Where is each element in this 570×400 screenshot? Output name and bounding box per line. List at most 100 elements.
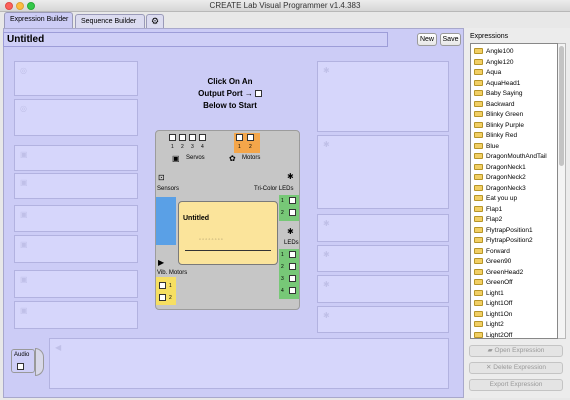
tricolor-port-1[interactable]: [289, 197, 296, 204]
led-port-config-slot[interactable]: ✱: [317, 245, 449, 272]
scrollbar-thumb[interactable]: [559, 46, 564, 166]
expression-list-item[interactable]: Blinky Red: [474, 131, 517, 141]
tricolor-config-slot[interactable]: ✱: [317, 61, 449, 132]
expression-list-item[interactable]: FlytrapPosition1: [474, 226, 533, 236]
instruction-line: Below to Start: [203, 101, 257, 110]
expression-list-item[interactable]: DragonNeck2: [474, 173, 526, 183]
led-icon: ✱: [323, 280, 330, 289]
expression-list-item[interactable]: GreenOff: [474, 278, 513, 288]
servo-port-number: 2: [181, 144, 184, 150]
tab-expression-builder[interactable]: Expression Builder: [4, 12, 73, 28]
expression-list-item[interactable]: AquaHead1: [474, 79, 520, 89]
expression-list-item[interactable]: Light2: [474, 320, 504, 330]
expression-name: Blinky Red: [486, 132, 518, 139]
folder-icon: [474, 69, 483, 75]
expression-list-item[interactable]: Aqua: [474, 68, 501, 78]
expression-list-item[interactable]: GreenHead2: [474, 268, 523, 278]
led-port-2[interactable]: [289, 263, 296, 270]
servo-config-slot[interactable]: ◎: [14, 61, 138, 96]
led-port-config-slot[interactable]: ✱: [317, 214, 449, 242]
expression-list-item[interactable]: Backward: [474, 100, 515, 110]
instruction-line: Click On An: [207, 77, 253, 86]
led-port-1[interactable]: [289, 251, 296, 258]
vib-port-1[interactable]: [159, 282, 166, 289]
led-port-config-slot[interactable]: ✱: [317, 275, 449, 303]
expressions-list[interactable]: Angle100 Angle120 Aqua AquaHead1 Baby Saying…: [470, 43, 558, 339]
expression-name: Flap2: [486, 216, 503, 223]
expression-list-item[interactable]: Blue: [474, 142, 499, 152]
audio-device: Audio: [11, 349, 35, 373]
expression-list-item[interactable]: Forward: [474, 247, 510, 257]
servo-config-slot[interactable]: ◎: [14, 99, 138, 136]
led-icon: ▣: [20, 210, 28, 219]
expression-list-item[interactable]: Light1Off: [474, 299, 512, 309]
sensor-icon: ▣: [20, 178, 28, 187]
servo-port-4[interactable]: [199, 134, 206, 141]
save-button[interactable]: Save: [440, 33, 461, 46]
audio-config-slot[interactable]: ◀: [49, 338, 449, 389]
folder-icon: [474, 195, 483, 201]
motor-port-2[interactable]: [247, 134, 254, 141]
expression-list-item[interactable]: Flap1: [474, 205, 502, 215]
expression-list-item[interactable]: Green90: [474, 257, 511, 267]
motor-port-1[interactable]: [236, 134, 243, 141]
folder-icon: [474, 247, 483, 254]
led-config-slot[interactable]: ▣: [14, 235, 138, 263]
speaker-icon: ◀: [55, 343, 62, 352]
card-divider: [185, 250, 271, 251]
expressions-scrollbar[interactable]: [558, 43, 566, 339]
expression-list-item[interactable]: DragonNeck3: [474, 184, 526, 194]
motor-config-slot[interactable]: ▣: [14, 145, 138, 171]
led-port-config-slot[interactable]: ✱: [317, 306, 449, 333]
vib-config-slot[interactable]: ▣: [14, 270, 138, 298]
new-button[interactable]: New: [417, 33, 437, 46]
servo-port-2[interactable]: [179, 134, 186, 141]
tricolor-config-slot[interactable]: ✱: [317, 135, 449, 209]
sensor-config-slot[interactable]: ▣: [14, 173, 138, 199]
motor-port-number: 2: [249, 144, 252, 150]
expression-list-item[interactable]: Eat you up: [474, 194, 517, 204]
vib-config-slot[interactable]: ▣: [14, 301, 138, 329]
expression-list-item[interactable]: Blinky Purple: [474, 121, 524, 131]
export-expression-button[interactable]: Export Expression: [469, 379, 563, 391]
expression-list-item[interactable]: Blinky Green: [474, 110, 523, 120]
led-port-4[interactable]: [289, 287, 296, 294]
vibration-icon: ▶: [158, 258, 165, 267]
motor-icon: ▣: [20, 150, 28, 159]
expression-list-item[interactable]: Light2Off: [474, 331, 512, 338]
expression-list-item[interactable]: DragonNeck1: [474, 163, 526, 173]
folder-icon: [474, 100, 483, 107]
expression-list-item[interactable]: Baby Saying: [474, 89, 523, 99]
expression-list-item[interactable]: Flap2: [474, 215, 502, 225]
leds-label: LEDs: [284, 240, 299, 246]
led-config-slot[interactable]: ▣: [14, 205, 138, 232]
expression-list-item[interactable]: Light1: [474, 289, 504, 299]
expression-card: Untitled ◦◦◦◦◦◦◦◦: [178, 201, 278, 265]
tab-settings[interactable]: ⚙: [146, 14, 164, 28]
expression-list-item[interactable]: FlytrapPosition2: [474, 236, 533, 246]
expression-list-item[interactable]: Light1On: [474, 310, 512, 320]
servo-port-1[interactable]: [169, 134, 176, 141]
sensor-port-group[interactable]: [156, 197, 176, 245]
vib-port-2[interactable]: [159, 294, 166, 301]
expression-list-item[interactable]: Angle120: [474, 58, 513, 68]
audio-port[interactable]: [17, 363, 24, 370]
open-expression-button[interactable]: ▰ Open Expression: [469, 345, 563, 357]
tricolor-port-number: 1: [281, 198, 284, 204]
delete-expression-button[interactable]: ✕ Delete Expression: [469, 362, 563, 374]
servo-port-3[interactable]: [189, 134, 196, 141]
tab-sequence-builder[interactable]: Sequence Builder: [75, 14, 145, 28]
tricolor-led-icon: ✱: [323, 66, 330, 75]
expression-name: DragonMouthAndTail: [486, 153, 547, 160]
expression-name: Aqua: [486, 69, 502, 76]
servo-port-number: 4: [201, 144, 204, 150]
expression-name: Flap1: [486, 205, 503, 213]
expression-list-item[interactable]: DragonMouthAndTail: [474, 152, 547, 162]
port-icon: [254, 90, 262, 97]
expression-title-field[interactable]: Untitled: [3, 32, 388, 47]
expression-name: Eat you up: [486, 195, 518, 202]
led-port-3[interactable]: [289, 275, 296, 282]
folder-icon: [474, 321, 483, 327]
tricolor-port-2[interactable]: [289, 209, 296, 216]
expression-list-item[interactable]: Angle100: [474, 47, 513, 57]
